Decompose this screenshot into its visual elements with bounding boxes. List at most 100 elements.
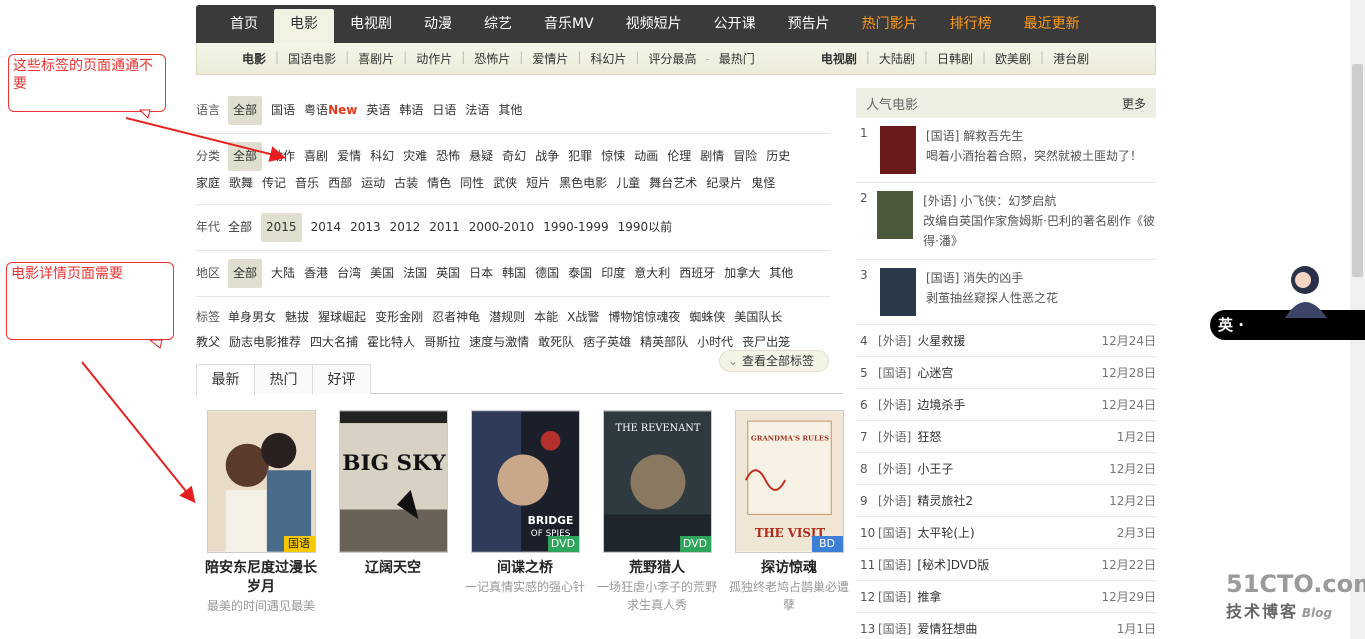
item-name[interactable]: 太平轮(上) (917, 524, 1116, 541)
nav-item[interactable]: 排行榜 (934, 5, 1008, 43)
movie-poster[interactable]: GRANDMA'S RULES THE VISIT BD (734, 410, 844, 553)
filter-option[interactable]: 2012 (390, 215, 421, 240)
filter-option[interactable]: 大陆 (271, 261, 295, 286)
filter-option[interactable]: 痞子英雄 (583, 330, 631, 355)
item-name[interactable]: 小飞侠：幻梦启航 (960, 194, 1056, 208)
filter-option[interactable]: 泰国 (568, 261, 592, 286)
filter-option[interactable]: 恐怖 (436, 144, 460, 169)
filter-option[interactable]: 灾难 (403, 144, 427, 169)
nav-item[interactable]: 电影 (274, 9, 334, 43)
filter-option[interactable]: 德国 (535, 261, 559, 286)
filter-option[interactable]: 喜剧 (304, 144, 328, 169)
popular-list-item[interactable]: 13 [国语] 爱情狂想曲 1月1日 (856, 613, 1156, 639)
nav-item[interactable]: 最近更新 (1008, 5, 1096, 43)
nav-item[interactable]: 动漫 (408, 5, 468, 43)
filter-option[interactable]: 2013 (350, 215, 381, 240)
poster-image[interactable]: BIG SKY (339, 411, 447, 552)
filter-option[interactable]: 教父 (196, 330, 220, 355)
filter-option[interactable]: 1990以前 (618, 215, 673, 240)
filter-option[interactable]: 香港 (304, 261, 328, 286)
nav-item[interactable]: 音乐MV (528, 5, 610, 43)
filter-option[interactable]: 美国队长 (734, 305, 782, 330)
filter-option[interactable]: 西班牙 (679, 261, 715, 286)
item-name[interactable]: 消失的凶手 (963, 271, 1023, 285)
filter-option[interactable]: 魅拔 (285, 305, 309, 330)
filter-option[interactable]: 同性 (460, 171, 484, 196)
filter-option[interactable]: X战警 (567, 305, 599, 330)
movie-title[interactable]: 间谍之桥 (459, 559, 591, 578)
movie-title[interactable]: 探访惊魂 (723, 559, 855, 578)
subnav-item[interactable]: 欧美剧 (986, 50, 1040, 67)
popular-top-item[interactable]: 2 [外语] 小飞侠：幻梦启航 改编自英国作家詹姆斯·巴利的著名剧作《彼得·潘》 (856, 183, 1156, 260)
more-link[interactable]: 更多 (1122, 95, 1146, 112)
filter-option[interactable]: 韩国 (502, 261, 526, 286)
filter-option[interactable]: 伦理 (667, 144, 691, 169)
filter-option[interactable]: 黑色电影 (559, 171, 607, 196)
filter-option[interactable]: 日本 (469, 261, 493, 286)
filter-option[interactable]: 其他 (769, 261, 793, 286)
filter-option[interactable]: 精英部队 (640, 330, 688, 355)
popular-list-item[interactable]: 12 [国语] 推拿 12月29日 (856, 581, 1156, 613)
popular-list-item[interactable]: 10 [国语] 太平轮(上) 2月3日 (856, 517, 1156, 549)
filter-option[interactable]: 英国 (436, 261, 460, 286)
poster-image[interactable] (207, 411, 315, 552)
tab-1[interactable]: 热门 (254, 364, 313, 394)
movie-card[interactable]: BIG SKY 辽阔天空 (327, 410, 459, 615)
filter-option[interactable]: 粤语 (304, 98, 328, 123)
movie-title[interactable]: 辽阔天空 (327, 559, 459, 578)
movie-title[interactable]: 荒野猎人 (591, 559, 723, 578)
subnav-movie-head[interactable]: 电影 (233, 50, 275, 67)
nav-item[interactable]: 预告片 (772, 5, 846, 43)
filter-option-selected[interactable]: 2015 (261, 213, 302, 242)
item-name[interactable]: 边境杀手 (917, 396, 1101, 413)
movie-poster[interactable]: THE REVENANT DVD (602, 410, 712, 553)
filter-option[interactable]: 印度 (601, 261, 625, 286)
filter-option[interactable]: 鬼怪 (751, 171, 775, 196)
popular-list-item[interactable]: 9 [外语] 精灵旅社2 12月2日 (856, 485, 1156, 517)
filter-option[interactable]: 速度与激情 (469, 330, 529, 355)
item-name[interactable]: 火星救援 (917, 332, 1101, 349)
filter-option[interactable]: 科幻 (370, 144, 394, 169)
subnav-top-rated[interactable]: 评分最高 (639, 50, 705, 67)
filter-option[interactable]: 变形金刚 (375, 305, 423, 330)
movie-poster[interactable]: BRIDGE OF SPIES DVD (470, 410, 580, 553)
subnav-item[interactable]: 大陆剧 (870, 50, 924, 67)
filter-option[interactable]: 情色 (427, 171, 451, 196)
poster-image[interactable]: BRIDGEOF SPIES (471, 411, 579, 552)
filter-option[interactable]: 美国 (370, 261, 394, 286)
item-name[interactable]: [秘术]DVD版 (917, 556, 1101, 573)
subnav-item[interactable]: 日韩剧 (928, 50, 982, 67)
filter-option[interactable]: 四大名捕 (310, 330, 358, 355)
filter-option[interactable]: 台湾 (337, 261, 361, 286)
subnav-item[interactable]: 港台剧 (1044, 50, 1098, 67)
filter-option-selected[interactable]: 全部 (228, 142, 263, 171)
poster-image[interactable]: THE REVENANT (603, 411, 711, 552)
filter-option[interactable]: 历史 (766, 144, 790, 169)
movie-card[interactable]: 国语 陪安东尼度过漫长岁月 最美的时间遇见最美 (195, 410, 327, 615)
subnav-tv-head[interactable]: 电视剧 (812, 50, 866, 67)
item-name[interactable]: 精灵旅社2 (917, 492, 1109, 509)
filter-option[interactable]: 忍者神龟 (432, 305, 480, 330)
filter-option[interactable]: 国语 (271, 98, 295, 123)
filter-option[interactable]: 霍比特人 (367, 330, 415, 355)
filter-option[interactable]: 惊悚 (601, 144, 625, 169)
subnav-item[interactable]: 国语电影 (279, 50, 345, 67)
filter-option[interactable]: 动作 (271, 144, 295, 169)
filter-option[interactable]: 敢死队 (538, 330, 574, 355)
filter-option[interactable]: 短片 (526, 171, 550, 196)
nav-item[interactable]: 热门影片 (846, 5, 934, 43)
filter-option[interactable]: 全部 (228, 215, 252, 240)
movie-card[interactable]: THE REVENANT DVD 荒野猎人 一场狂虐小李子的荒野求生真人秀 (591, 410, 723, 615)
popular-list-item[interactable]: 8 [外语] 小王子 12月2日 (856, 453, 1156, 485)
movie-thumbnail[interactable] (880, 126, 916, 174)
movie-poster[interactable]: 国语 (206, 410, 316, 553)
item-name[interactable]: 狂怒 (917, 428, 1116, 445)
filter-option[interactable]: 日语 (432, 98, 456, 123)
filter-option[interactable]: 猩球崛起 (318, 305, 366, 330)
filter-option[interactable]: 博物馆惊魂夜 (608, 305, 680, 330)
poster-image[interactable]: GRANDMA'S RULESTHE VISIT (735, 411, 843, 552)
filter-option[interactable]: 传记 (262, 171, 286, 196)
filter-option[interactable]: 战争 (535, 144, 559, 169)
filter-option[interactable]: 哥斯拉 (424, 330, 460, 355)
subnav-item[interactable]: 爱情片 (523, 50, 577, 67)
